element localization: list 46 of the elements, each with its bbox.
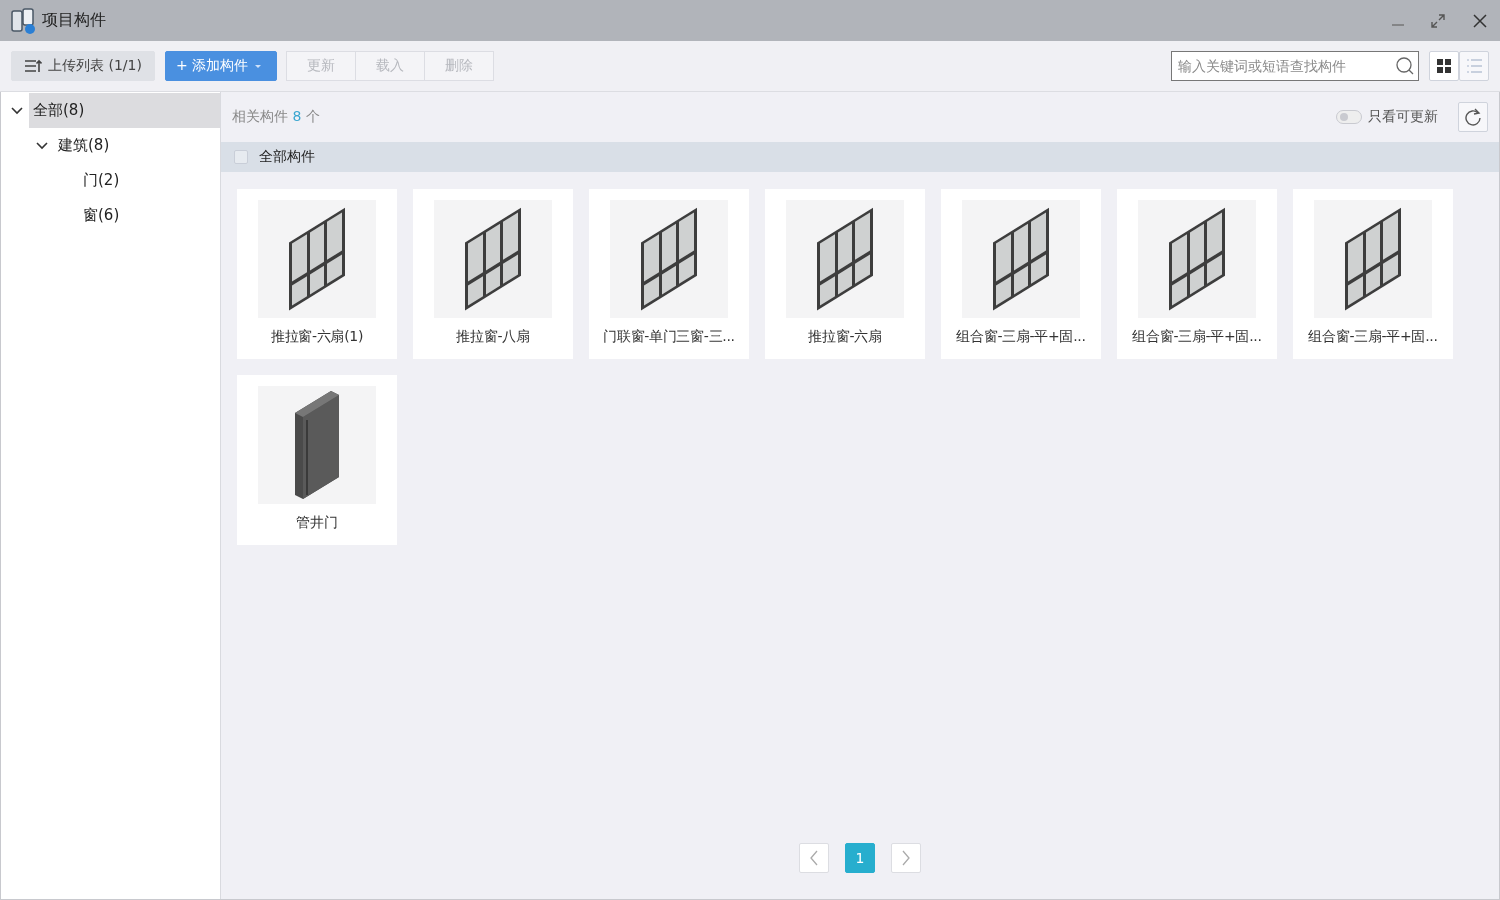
- component-name: 组合窗-三扇-平+固...: [956, 328, 1086, 346]
- tree-item[interactable]: 门(2): [79, 163, 220, 198]
- component-name: 推拉窗-八扇: [456, 328, 530, 346]
- refresh-button[interactable]: [1458, 102, 1488, 132]
- chevron-right-icon: [901, 850, 911, 866]
- toggle-switch[interactable]: [1336, 110, 1362, 124]
- component-card[interactable]: 门联窗-单门三窗-三...: [589, 189, 749, 359]
- component-name: 推拉窗-六扇: [808, 328, 882, 346]
- component-card[interactable]: 推拉窗-八扇: [413, 189, 573, 359]
- component-card[interactable]: 管井门: [237, 375, 397, 545]
- upload-list-button[interactable]: 上传列表 (1/1): [11, 51, 155, 81]
- tree-item[interactable]: 窗(6): [79, 198, 220, 233]
- maximize-button[interactable]: [1430, 12, 1446, 29]
- maximize-icon: [1430, 12, 1446, 29]
- caret-icon: [254, 63, 263, 69]
- grid-view-icon: [1436, 58, 1452, 74]
- tree-item[interactable]: 建筑(8): [54, 128, 220, 163]
- component-card[interactable]: 推拉窗-六扇: [765, 189, 925, 359]
- chevron-left-icon: [809, 850, 819, 866]
- minimize-icon: [1392, 23, 1404, 26]
- list-view-icon: [1466, 58, 1482, 74]
- grid-view-button[interactable]: [1429, 51, 1459, 81]
- checkbox[interactable]: [234, 150, 248, 164]
- result-count: 相关构件 8 个: [232, 108, 321, 126]
- close-icon: [1472, 12, 1488, 29]
- component-card[interactable]: 组合窗-三扇-平+固...: [1293, 189, 1453, 359]
- component-name: 推拉窗-六扇(1): [270, 328, 364, 346]
- close-button[interactable]: [1472, 12, 1488, 29]
- component-name: 管井门: [296, 514, 338, 532]
- window-title: 项目构件: [42, 10, 107, 31]
- next-page-button[interactable]: [891, 843, 921, 873]
- search-icon: [1396, 57, 1414, 75]
- previous-page-button[interactable]: [799, 843, 829, 873]
- component-card[interactable]: 组合窗-三扇-平+固...: [1117, 189, 1277, 359]
- toggle-label: 只看可更新: [1368, 108, 1438, 126]
- component-card[interactable]: 推拉窗-六扇(1): [237, 189, 397, 359]
- tree-item[interactable]: 全部(8): [29, 93, 220, 128]
- search-field[interactable]: 输入关键词或短语查找构件: [1171, 51, 1419, 81]
- refresh-icon: [1464, 108, 1482, 126]
- component-card[interactable]: 组合窗-三扇-平+固...: [941, 189, 1101, 359]
- component-name: 门联窗-单门三窗-三...: [603, 328, 735, 346]
- section-label: 全部构件: [259, 148, 315, 166]
- component-name: 组合窗-三扇-平+固...: [1132, 328, 1262, 346]
- component-name: 组合窗-三扇-平+固...: [1308, 328, 1438, 346]
- upload-list-icon: [24, 58, 42, 74]
- app-logo-icon: [10, 7, 36, 34]
